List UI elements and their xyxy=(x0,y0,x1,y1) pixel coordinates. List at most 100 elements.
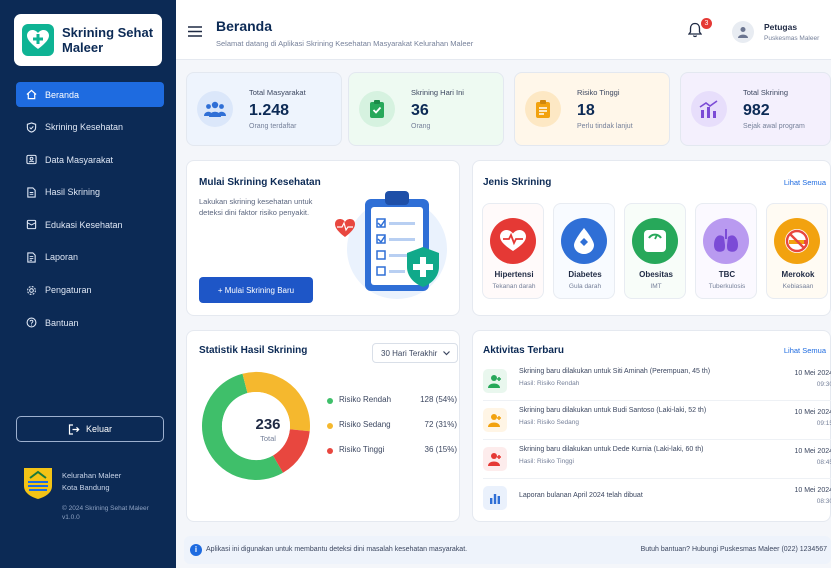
logout-icon xyxy=(68,423,80,435)
screening-type-sub: Kebiasaan xyxy=(782,283,814,290)
legend-label: Risiko Rendah xyxy=(339,395,392,404)
lungs-icon xyxy=(703,218,749,264)
chevron-down-icon xyxy=(443,350,451,355)
see-all-link[interactable]: Lihat Semua xyxy=(784,346,826,355)
sidebar-item-label: Edukasi Kesehatan xyxy=(45,219,123,230)
sidebar-item-edukasi-kesehatan[interactable]: Edukasi Kesehatan xyxy=(16,212,164,237)
screening-type-sub: Gula darah xyxy=(568,283,602,290)
stat-card-total-skrining[interactable]: Total Skrining 982 Sejak awal program xyxy=(680,72,831,146)
activity-time: 09:30 xyxy=(816,381,831,388)
activity-text: Laporan bulanan April 2024 telah dibuat xyxy=(519,492,643,499)
sidebar-item-hasil-skrining[interactable]: Hasil Skrining xyxy=(16,180,164,205)
activity-time: 08:30 xyxy=(816,498,831,505)
legend-label: Risiko Tinggi xyxy=(339,445,385,454)
help-icon xyxy=(26,317,37,328)
avatar[interactable] xyxy=(732,21,754,43)
screening-type-sub: Tuberkulosis xyxy=(708,283,746,290)
period-select[interactable]: 30 Hari Terakhir xyxy=(372,343,458,363)
blood-drop-icon xyxy=(561,218,607,264)
activity-time: 09:15 xyxy=(816,420,831,427)
screening-type-diabetes[interactable]: Diabetes Gula darah xyxy=(553,203,615,299)
sidebar-item-label: Pengaturan xyxy=(45,285,92,296)
stat-card-risiko-tinggi[interactable]: Risiko Tinggi 18 Perlu tindak lanjut xyxy=(514,72,670,146)
screening-type-sub: Tekanan darah xyxy=(492,283,536,290)
user-add-icon xyxy=(483,369,507,393)
scale-icon xyxy=(632,218,678,264)
stat-card-total-masyarakat[interactable]: Total Masyarakat 1.248 Orang terdaftar xyxy=(186,72,342,146)
sidebar-item-beranda[interactable]: Beranda xyxy=(16,82,164,107)
screening-type-name: Obesitas xyxy=(639,270,673,279)
sidebar-item-label: Bantuan xyxy=(45,317,79,328)
footer-info-text: Aplikasi ini digunakan untuk membantu de… xyxy=(206,546,468,553)
sidebar-item-skrining-kesehatan[interactable]: Skrining Kesehatan xyxy=(16,115,164,140)
logout-label: Keluar xyxy=(85,424,112,434)
stat-label: Risiko Tinggi xyxy=(577,88,620,97)
sidebar: Skrining Sehat Maleer Beranda Skrining K… xyxy=(0,0,176,568)
activity-item[interactable]: Skrining baru dilakukan untuk Budi Santo… xyxy=(483,402,831,440)
document-icon xyxy=(27,187,36,198)
donut-total-value: 236 xyxy=(255,416,281,433)
clipboard-check-icon xyxy=(359,91,395,127)
start-screening-card: Mulai Skrining Kesehatan Lakukan skrinin… xyxy=(186,160,460,316)
footer-help-text[interactable]: Butuh bantuan? Hubungi Puskesmas Maleer … xyxy=(641,546,827,553)
stat-label: Skrining Hari Ini xyxy=(411,88,464,97)
sidebar-item-label: Beranda xyxy=(45,89,80,100)
stat-card-skrining-hari-ini[interactable]: Skrining Hari Ini 36 Orang xyxy=(348,72,504,146)
legend-item-risiko-sedang: Risiko Sedang 72 (31%) xyxy=(327,420,457,432)
sidebar-item-pengaturan[interactable]: Pengaturan xyxy=(16,278,164,303)
see-all-link[interactable]: Lihat Semua xyxy=(784,178,826,187)
screening-type-hipertensi[interactable]: Hipertensi Tekanan darah xyxy=(482,203,544,299)
city-name: Kota Bandung xyxy=(62,483,110,492)
logout-button[interactable]: Keluar xyxy=(16,416,164,442)
stat-sub: Orang terdaftar xyxy=(249,123,297,130)
stat-sub: Perlu tindak lanjut xyxy=(577,123,633,130)
notification-badge: 3 xyxy=(701,18,712,29)
stat-label: Total Skrining xyxy=(743,88,789,97)
city-crest-icon xyxy=(24,468,52,499)
user-add-icon xyxy=(483,408,507,432)
activity-date: 10 Mei 2024 xyxy=(794,448,831,455)
page-title: Beranda xyxy=(216,18,273,34)
legend-value: 72 (31%) xyxy=(424,420,457,429)
start-screening-button[interactable]: + Mulai Skrining Baru xyxy=(199,277,313,303)
gear-icon xyxy=(27,285,36,295)
sidebar-item-label: Skrining Kesehatan xyxy=(45,122,124,133)
screening-type-tbc[interactable]: TBC Tuberkulosis xyxy=(695,203,757,299)
statistics-card: Statistik Hasil Skrining 30 Hari Terakhi… xyxy=(186,330,460,522)
screening-type-merokok[interactable]: Merokok Kebiasaan xyxy=(766,203,828,299)
welcome-text: Selamat datang di Aplikasi Skrining Kese… xyxy=(216,39,474,48)
user-name[interactable]: Petugas xyxy=(764,22,797,32)
screening-type-obesitas[interactable]: Obesitas IMT xyxy=(624,203,686,299)
activity-status: Hasil: Risiko Rendah xyxy=(519,380,580,387)
sidebar-item-data-masyarakat[interactable]: Data Masyarakat xyxy=(16,147,164,172)
card-title: Aktivitas Terbaru xyxy=(483,345,564,356)
screening-type-name: Merokok xyxy=(781,270,815,279)
sidebar-item-bantuan[interactable]: Bantuan xyxy=(16,310,164,335)
clipboard-list-icon xyxy=(525,91,561,127)
donut-total-label: Total xyxy=(260,434,276,443)
legend-item-risiko-tinggi: Risiko Tinggi 36 (15%) xyxy=(327,445,457,457)
shield-icon xyxy=(26,121,37,133)
legend-dot xyxy=(327,398,333,404)
info-footer: i Aplikasi ini digunakan untuk membantu … xyxy=(184,536,831,564)
user-add-icon xyxy=(483,447,507,471)
sidebar-item-label: Data Masyarakat xyxy=(45,154,114,165)
activity-item[interactable]: Skrining baru dilakukan untuk Dede Kurni… xyxy=(483,441,831,479)
chart-icon xyxy=(483,486,507,510)
activity-date: 10 Mei 2024 xyxy=(794,370,831,377)
app-version: v1.0.0 xyxy=(62,514,80,521)
bell-icon[interactable] xyxy=(688,22,702,38)
app-logo[interactable]: Skrining Sehat Maleer xyxy=(14,14,162,66)
activity-time: 08:45 xyxy=(816,459,831,466)
users-icon xyxy=(26,155,37,165)
screening-type-sub: IMT xyxy=(650,283,662,290)
activity-date: 10 Mei 2024 xyxy=(794,409,831,416)
top-header: Beranda Selamat datang di Aplikasi Skrin… xyxy=(176,0,831,60)
menu-icon[interactable] xyxy=(188,26,202,37)
activity-item[interactable]: Laporan bulanan April 2024 telah dibuat … xyxy=(483,480,831,518)
sidebar-item-laporan[interactable]: Laporan xyxy=(16,245,164,270)
activity-item[interactable]: Skrining baru dilakukan untuk Siti Amina… xyxy=(483,363,831,401)
activity-status: Hasil: Risiko Tinggi xyxy=(519,458,574,465)
legend-dot xyxy=(327,448,333,454)
screening-type-name: Hipertensi xyxy=(494,270,534,279)
